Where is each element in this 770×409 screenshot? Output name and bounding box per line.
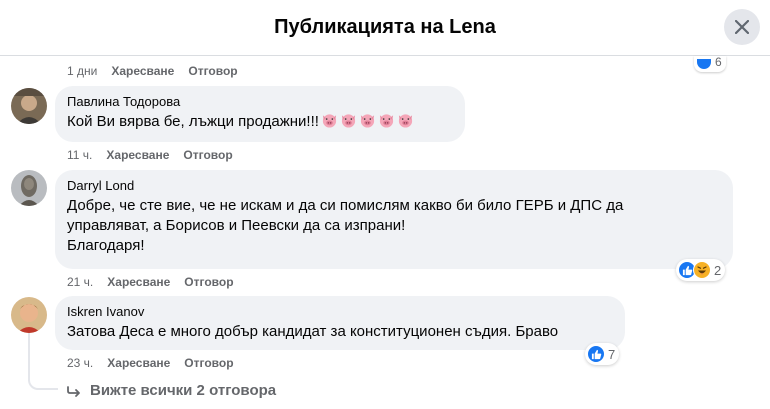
comment-text-line: Добре, че сте вие, че не искам и да си п… <box>67 197 624 214</box>
reaction-summary[interactable]: 7 <box>585 343 620 365</box>
comment-bubble: Iskren Ivanov Затова Деса е много добър … <box>55 296 625 350</box>
like-link[interactable]: Харесване <box>111 64 174 78</box>
comment-text: Кой Ви вярва бе, лъжци продажни!!! <box>67 112 453 132</box>
view-replies-label: Вижте всички 2 отговора <box>90 382 277 399</box>
pig-face-emoji-icon <box>360 114 375 128</box>
pig-face-emoji-icon <box>398 114 413 128</box>
comment-meta: 23 ч. Харесване Отговор <box>67 356 234 370</box>
pig-face-emoji-icon <box>379 114 394 128</box>
comment-time[interactable]: 23 ч. <box>67 356 93 370</box>
comment-bubble: Павлина Тодорова Кой Ви вярва бе, лъжци … <box>55 86 465 142</box>
reply-link[interactable]: Отговор <box>183 148 232 162</box>
comment-text-line: Кой Ви вярва бе, лъжци продажни!!! <box>67 113 319 130</box>
pig-face-emoji-icon <box>341 114 356 128</box>
comment-text-line: Затова Деса е много добър кандидат за ко… <box>67 323 559 340</box>
view-replies-link[interactable]: Вижте всички 2 отговора <box>66 382 276 399</box>
reaction-summary-prev[interactable]: 6 <box>694 55 726 72</box>
reply-link[interactable]: Отговор <box>184 275 233 289</box>
avatar[interactable] <box>11 170 47 206</box>
dialog-title: Публикацията на Lena <box>274 16 496 38</box>
like-link[interactable]: Харесване <box>107 356 170 370</box>
reply-arrow-icon <box>67 385 80 397</box>
close-icon <box>735 20 749 34</box>
comment-text-line: управляват, а Борисов и Пеевски да са из… <box>67 217 406 234</box>
comment-meta-prev: 1 дни Харесване Отговор <box>67 64 238 78</box>
pig-emoji-group <box>319 113 414 130</box>
pig-face-emoji-icon <box>322 114 337 128</box>
like-icon <box>587 345 605 363</box>
comment-time[interactable]: 21 ч. <box>67 275 93 289</box>
comment-meta: 21 ч. Харесване Отговор <box>67 275 234 289</box>
comment-bubble: Darryl Lond Добре, че сте вие, че не иск… <box>55 170 733 269</box>
reply-link[interactable]: Отговор <box>184 356 233 370</box>
comment-author[interactable]: Iskren Ivanov <box>67 304 613 319</box>
avatar[interactable] <box>11 297 47 333</box>
comment-author[interactable]: Павлина Тодорова <box>67 94 453 109</box>
like-link[interactable]: Харесване <box>106 148 169 162</box>
close-button[interactable] <box>724 9 760 45</box>
comment-text-line: Благодаря! <box>67 237 145 254</box>
like-link[interactable]: Харесване <box>107 275 170 289</box>
comment-meta: 11 ч. Харесване Отговор <box>67 148 233 162</box>
reaction-count: 2 <box>714 262 722 278</box>
like-icon <box>696 58 712 70</box>
dialog-header: Публикацията на Lena <box>0 0 770 56</box>
avatar-image <box>11 170 47 206</box>
comment-time[interactable]: 1 дни <box>67 64 97 78</box>
avatar-image <box>11 297 47 333</box>
reaction-count: 6 <box>715 55 722 69</box>
comment-time[interactable]: 11 ч. <box>67 148 92 162</box>
comment-text: Затова Деса е много добър кандидат за ко… <box>67 322 613 342</box>
thread-connector <box>28 324 58 390</box>
avatar[interactable] <box>11 88 47 124</box>
comment-author[interactable]: Darryl Lond <box>67 178 721 193</box>
reaction-summary[interactable]: 2 <box>676 259 726 281</box>
comment-text: Добре, че сте вие, че не искам и да си п… <box>67 196 721 256</box>
reaction-count: 7 <box>608 346 616 362</box>
avatar-image <box>11 88 47 124</box>
haha-icon <box>693 261 711 279</box>
reply-link[interactable]: Отговор <box>188 64 237 78</box>
